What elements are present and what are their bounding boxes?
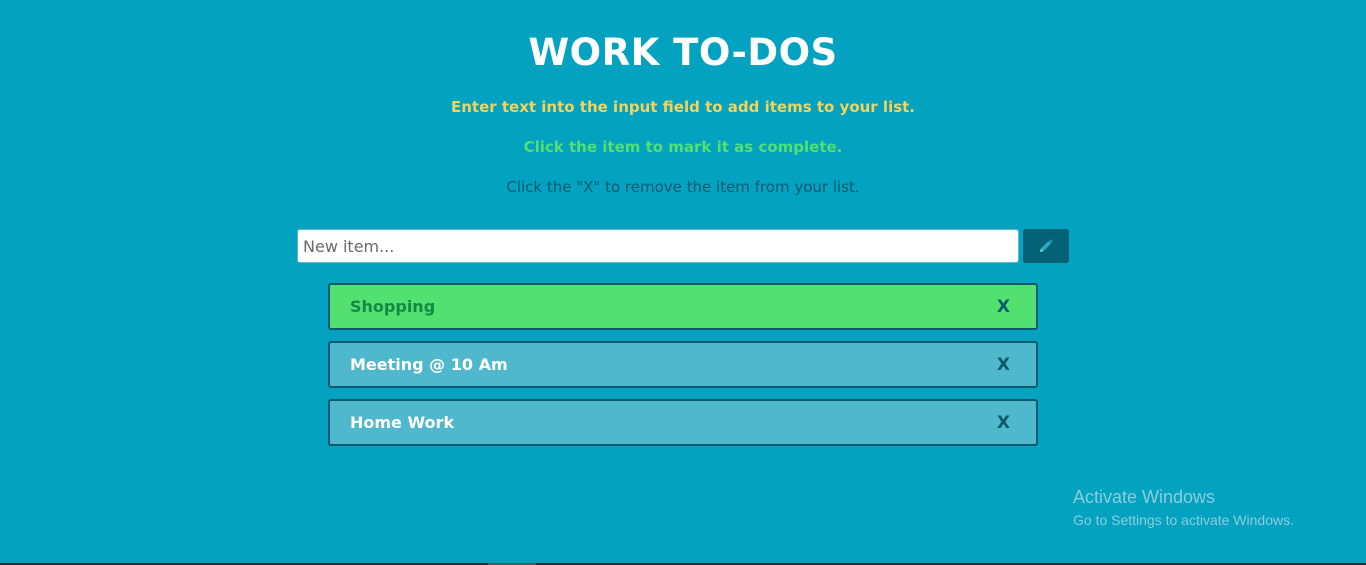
new-item-input[interactable]: [297, 229, 1019, 263]
watermark-title: Activate Windows: [1073, 487, 1216, 507]
remove-item-button[interactable]: X: [997, 285, 1010, 330]
todo-item[interactable]: Meeting @ 10 Am X: [328, 341, 1038, 388]
todo-item[interactable]: Home Work X: [328, 399, 1038, 446]
windows-activation-watermark: Activate Windows Go to Settings to activ…: [1073, 486, 1294, 530]
complete-instruction: Click the item to mark it as complete.: [523, 138, 843, 156]
todo-label: Shopping: [350, 297, 436, 316]
new-item-row: [297, 229, 1069, 263]
todo-label: Meeting @ 10 Am: [350, 355, 508, 374]
pencil-icon: [1038, 238, 1054, 254]
todo-label: Home Work: [350, 413, 455, 432]
page-title: WORK TO-DOS: [528, 31, 838, 74]
todo-item[interactable]: Shopping X: [328, 283, 1038, 330]
watermark-subtitle: Go to Settings to activate Windows.: [1073, 512, 1294, 528]
add-instruction: Enter text into the input field to add i…: [450, 98, 916, 116]
remove-item-button[interactable]: X: [997, 343, 1010, 388]
todo-list: Shopping X Meeting @ 10 Am X Home Work X: [328, 283, 1038, 457]
remove-instruction: Click the "X" to remove the item from yo…: [506, 178, 860, 196]
remove-item-button[interactable]: X: [997, 401, 1010, 446]
add-item-button[interactable]: [1023, 229, 1069, 263]
